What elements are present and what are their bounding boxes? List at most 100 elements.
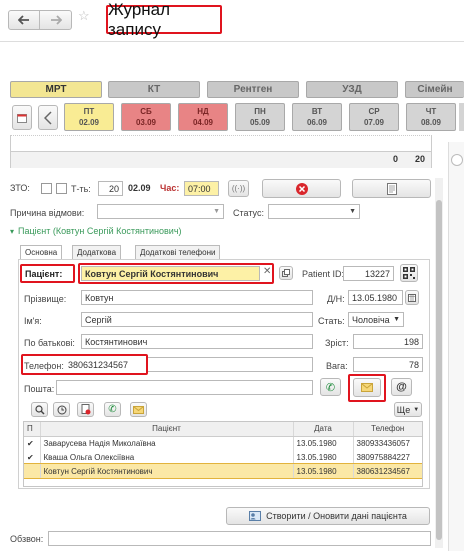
history-button[interactable] (53, 402, 70, 417)
col-header-phone[interactable]: Телефон (353, 422, 422, 437)
call-button[interactable]: ✆ (320, 378, 341, 396)
sex-label: Стать: (318, 316, 345, 326)
table-row-selected[interactable]: Ковтун Сергій Костянтинович 13.05.1980 3… (24, 463, 422, 479)
tab-kt[interactable]: КТ (108, 81, 200, 98)
forward-button[interactable] (40, 11, 71, 29)
tab-phones[interactable]: Додаткові телефони (135, 245, 221, 259)
email-input[interactable] (56, 380, 313, 395)
tab-label: Основна (25, 248, 58, 257)
chevron-left-icon (44, 110, 52, 125)
delete-button[interactable] (77, 402, 94, 417)
calendar-icon (17, 113, 27, 123)
tab-xray[interactable]: Рентген (207, 81, 299, 98)
prev-days-button[interactable] (38, 105, 58, 130)
day-date: 07.09 (363, 118, 385, 127)
day-name: ВТ (311, 107, 323, 116)
status-select[interactable]: ▼ (268, 204, 360, 219)
day-thu[interactable]: ЧТ 08.09 (406, 103, 456, 131)
page-title-text: Журнал запису (108, 0, 171, 39)
phone-icon: ✆ (325, 381, 336, 394)
open-patient-button[interactable] (279, 266, 293, 280)
table-row[interactable]: ✔ Кваша Ольга Олексіївна 13.05.1980 3809… (24, 450, 422, 464)
sex-select[interactable]: Чоловіча ▼ (348, 312, 404, 327)
day-date: 03.09 (135, 118, 157, 127)
row-patient: Заварусева Надія Миколаївна (40, 436, 294, 450)
scrollbar[interactable] (435, 178, 443, 548)
dropdown-arrow-icon: ▼ (393, 316, 400, 323)
dropdown-arrow-icon: ▼ (213, 208, 220, 215)
tab-label: Сімейн (417, 84, 453, 95)
tab-additional[interactable]: Додаткова (72, 245, 122, 259)
day-sun[interactable]: НД 04.09 (178, 103, 228, 131)
tab-main[interactable]: Основна (20, 245, 63, 259)
list-email-button[interactable] (130, 402, 147, 417)
signal-button[interactable]: ((·)) (228, 180, 249, 197)
cancel-appointment-button[interactable] (262, 179, 341, 198)
tab-uzd[interactable]: УЗД (306, 81, 398, 98)
zto-checkbox[interactable] (41, 183, 52, 194)
col-header-flag[interactable]: П (24, 422, 41, 437)
signal-icon: ((·)) (231, 184, 246, 193)
table-row[interactable]: ✔ Заварусева Надія Миколаївна 13.05.1980… (24, 436, 422, 450)
table-header-row: П Пацієнт Дата Телефон (24, 422, 422, 437)
side-search-icon[interactable] (451, 154, 463, 166)
patient-id-label: Patient ID: (302, 269, 345, 279)
patient-input[interactable]: Ковтун Сергій Костянтинович (81, 266, 260, 281)
phone-input-extension[interactable] (148, 357, 313, 372)
chevron-down-icon: ▾ (10, 226, 15, 236)
patronymic-input[interactable]: Костянтинович (81, 334, 313, 349)
patient-section-toggle[interactable]: ▾ Пацієнт (Ковтун Сергій Костянтинович) (10, 226, 182, 236)
patronymic-label: По батькові: (24, 338, 75, 348)
clear-icon[interactable]: ✕ (263, 266, 271, 277)
right-panel-edge (448, 142, 464, 551)
day-date: 02.09 (78, 118, 100, 127)
call-list-input[interactable] (48, 531, 431, 546)
time-input[interactable]: 07:00 (184, 181, 219, 196)
dob-value: 13.05.1980 (352, 292, 398, 303)
day-tue[interactable]: ВТ 06.09 (292, 103, 342, 131)
height-input[interactable]: 198 (353, 334, 423, 349)
tab-mrt[interactable]: МРТ (10, 81, 102, 98)
dob-calendar-button[interactable] (405, 290, 419, 305)
t-checkbox[interactable] (56, 183, 67, 194)
weight-input[interactable]: 78 (353, 357, 423, 372)
day-name: ПТ (83, 107, 95, 116)
surname-input[interactable]: Ковтун (81, 290, 313, 305)
back-button[interactable] (9, 11, 41, 29)
qr-button[interactable] (400, 264, 418, 282)
header-divider (0, 41, 464, 42)
create-update-patient-button[interactable]: Створити / Оновити дані пацієнта (226, 507, 430, 525)
list-call-button[interactable]: ✆ (104, 402, 121, 417)
scrollbar-thumb[interactable] (436, 200, 442, 540)
calendar-button[interactable] (12, 105, 32, 130)
more-button[interactable]: Ще ▼ (394, 402, 422, 417)
magnifier-icon (34, 404, 45, 415)
phone-input[interactable]: 380631234567 (65, 357, 143, 372)
col-header-patient[interactable]: Пацієнт (40, 422, 294, 437)
at-button[interactable]: @ (391, 378, 412, 396)
name-input[interactable]: Сергій (81, 312, 313, 327)
patients-table: П Пацієнт Дата Телефон ✔ Заварусева Наді… (23, 421, 423, 487)
send-email-button[interactable] (353, 378, 381, 397)
tab-family[interactable]: Сімейн (405, 81, 464, 98)
day-name: ПН (254, 107, 266, 116)
t-input[interactable]: 20 (98, 181, 123, 196)
patient-id-input[interactable]: 13227 (343, 266, 394, 281)
day-mon[interactable]: ПН 05.09 (235, 103, 285, 131)
delete-doc-icon (81, 404, 90, 415)
col-header-date[interactable]: Дата (293, 422, 354, 437)
calendar-icon (408, 293, 416, 302)
day-sat[interactable]: СБ 03.09 (121, 103, 171, 131)
document-button[interactable] (352, 179, 431, 198)
row-phone: 380933436057 (356, 438, 410, 448)
day-date: 08.09 (420, 118, 442, 127)
day-wed[interactable]: СР 07.09 (349, 103, 399, 131)
star-icon[interactable]: ☆ (78, 8, 90, 24)
dob-input[interactable]: 13.05.1980 (348, 290, 403, 305)
reason-select[interactable]: ▼ (97, 204, 224, 219)
appointment-date: 02.09 (128, 183, 151, 193)
search-list-button[interactable] (31, 402, 48, 417)
day-name: СР (368, 107, 380, 116)
create-update-label: Створити / Оновити дані пацієнта (266, 511, 407, 521)
day-fri[interactable]: ПТ 02.09 (64, 103, 114, 131)
